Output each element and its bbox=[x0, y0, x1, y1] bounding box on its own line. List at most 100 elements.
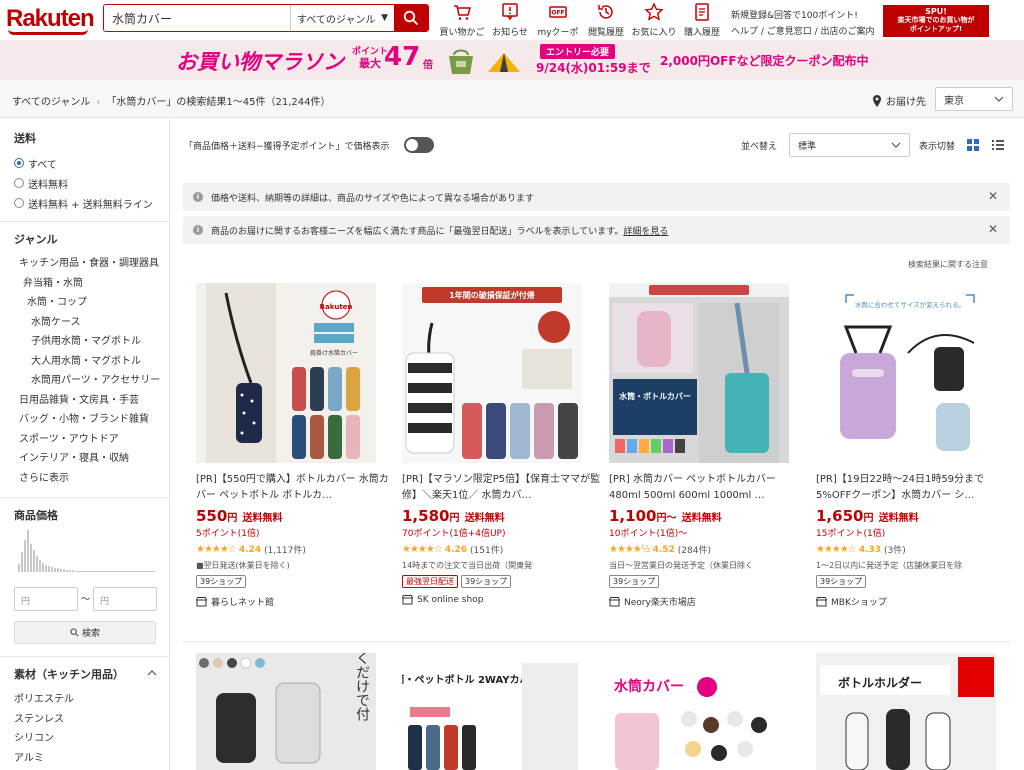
shop-link[interactable]: Neory楽天市場店 bbox=[609, 595, 809, 608]
product-card[interactable]: 1年間の破損保証が付帰 [PR]【マラソン限定P5倍】【保育士ママが監修】＼楽天… bbox=[402, 283, 602, 605]
product-title[interactable]: [PR]【19日22時〜24日1時59分まで5%OFFクーポン】水筒カバー シ… bbox=[816, 472, 1016, 504]
genre-item[interactable]: 弁当箱・水筒 bbox=[0, 274, 170, 294]
shop-39-badge: 39ショップ bbox=[816, 575, 867, 588]
chevron-up-icon[interactable] bbox=[147, 670, 157, 676]
genre-show-more[interactable]: さらに表示 bbox=[0, 469, 170, 489]
product-image[interactable]: 水筒・ペットボトル 2WAYカバー bbox=[402, 653, 582, 770]
shop-link[interactable]: 暮らしネット館 bbox=[196, 595, 396, 608]
shipping-note: ■翌日発送(休業日を除く) bbox=[196, 561, 290, 570]
genre-item[interactable]: 子供用水筒・マグボトル bbox=[0, 332, 170, 352]
product-rating[interactable]: ★★★★☆ 4.33 (3件) bbox=[816, 543, 1016, 556]
product-rating[interactable]: ★★★★☆ 4.26 (151件) bbox=[402, 543, 602, 556]
search-button[interactable] bbox=[394, 5, 428, 31]
product-image[interactable]: 1年間の破損保証が付帰 bbox=[402, 283, 582, 463]
delivery-label-text: お届け先 bbox=[886, 97, 926, 108]
product-points: 5ポイント(1倍) bbox=[196, 529, 260, 539]
nav-history-label: 閲覧履歴 bbox=[587, 28, 624, 38]
shop-link[interactable]: SK online shop bbox=[402, 595, 602, 605]
product-image[interactable]: 水筒に合わせてサイズが変えられる。 bbox=[816, 283, 996, 463]
price-value: 1,580 bbox=[402, 507, 450, 525]
delivery-prefecture-select[interactable]: 東京 bbox=[935, 87, 1013, 111]
material-item[interactable]: アルミ bbox=[14, 749, 74, 769]
nav-notifications-label: お知らせ bbox=[492, 28, 528, 38]
price-toggle-label: 「商品価格＋送料−獲得予定ポイント」で価格表示 bbox=[184, 142, 390, 152]
product-image[interactable]: ボトルホルダー bbox=[816, 653, 996, 770]
genre-item[interactable]: 水筒・コップ bbox=[0, 293, 170, 313]
radio-unselected bbox=[14, 178, 24, 188]
close-icon[interactable]: ✕ bbox=[988, 222, 998, 236]
breadcrumb-root[interactable]: すべてのジャンル bbox=[12, 97, 90, 108]
cart-icon bbox=[454, 5, 471, 20]
genre-item[interactable]: 水筒ケース bbox=[0, 313, 170, 333]
register-link[interactable]: 新規登録&回答で100ポイント! bbox=[731, 8, 875, 24]
shipping-option-free[interactable]: 送料無料 bbox=[14, 173, 153, 193]
shipping-option-all[interactable]: すべて bbox=[14, 153, 153, 173]
nav-favorites-label: お気に入り bbox=[631, 28, 677, 38]
product-points: 70ポイント(1倍+4倍UP) bbox=[402, 529, 506, 539]
search-caution-link[interactable]: 検索結果に関する注意 bbox=[908, 259, 988, 270]
price-min-input[interactable]: 円 bbox=[14, 587, 78, 611]
search-icon bbox=[70, 628, 79, 637]
nav-cart-label: 買い物かご bbox=[439, 28, 485, 38]
product-title[interactable]: [PR]【550円で購入】ボトルカバー 水筒カバー ペットボトル ボトルカ… bbox=[196, 472, 396, 504]
product-rating[interactable]: ★★★★½ 4.52 (284件) bbox=[609, 543, 809, 556]
marathon-banner[interactable]: お買い物マラソン ポイント 最大 47 倍 エントリー必要 9/24(水)01:… bbox=[0, 40, 1024, 80]
price-heading: 商品価格 bbox=[14, 509, 58, 522]
price-display-toggle[interactable] bbox=[404, 137, 434, 153]
notice-size-color: i 価格や送料、納期等の詳細は、商品のサイズや色によって異なる場合があります ✕ bbox=[183, 183, 1010, 211]
material-item[interactable]: ステンレス bbox=[14, 710, 74, 730]
product-title[interactable]: [PR] 水筒カバー ペットボトルカバー 480ml 500ml 600ml 1… bbox=[609, 472, 809, 504]
sort-select[interactable]: 標準 bbox=[789, 133, 910, 157]
price-unit: 円 bbox=[449, 513, 460, 524]
genre-item[interactable]: スポーツ・アウトドア bbox=[0, 430, 170, 450]
close-icon[interactable]: ✕ bbox=[988, 189, 998, 203]
search-input[interactable] bbox=[104, 5, 290, 31]
fastest-delivery-badge: 最強翌日配送 bbox=[402, 575, 458, 588]
genre-select-value: すべてのジャンル bbox=[297, 14, 376, 26]
product-points: 10ポイント(1倍)〜 bbox=[609, 529, 688, 539]
notification-icon bbox=[502, 3, 518, 21]
review-count: (3件) bbox=[884, 546, 906, 556]
product-image-caption: 水筒に合わせてサイズが変えられる。 bbox=[855, 300, 965, 309]
spu-line2: ポイントアップ! bbox=[909, 25, 963, 33]
product-title[interactable]: [PR]【マラソン限定P5倍】【保育士ママが監修】＼楽天1位／ 水筒カバ… bbox=[402, 472, 602, 504]
product-image[interactable]: Rakuten 肩掛け水筒カバー bbox=[196, 283, 376, 463]
genre-item[interactable]: バッグ・小物・ブランド雑貨 bbox=[0, 410, 170, 430]
product-photo: 水筒・ペットボトル 2WAYカバー bbox=[402, 653, 582, 770]
product-card[interactable]: 水筒・ボトルカバー [PR] 水筒カバー ペットボトルカバー 480ml 500… bbox=[609, 283, 809, 608]
free-shipping-label: 送料無料 bbox=[878, 513, 919, 524]
genre-item[interactable]: 大人用水筒・マグボトル bbox=[0, 352, 170, 372]
genre-item[interactable]: 水筒用パーツ・アクセサリー bbox=[0, 371, 170, 391]
header-links: 新規登録&回答で100ポイント! ヘルプ / ご意見窓口 / 出店のご案内 bbox=[731, 8, 875, 40]
shipping-option-free-line[interactable]: 送料無料 + 送料無料ライン bbox=[14, 193, 153, 213]
svg-text:Rakuten: Rakuten bbox=[320, 303, 353, 311]
nav-purchase-history-label: 購入履歴 bbox=[683, 28, 720, 38]
shop-name: Neory楽天市場店 bbox=[624, 598, 696, 608]
star-icon bbox=[644, 2, 664, 21]
product-image[interactable]: 巻くだけで付 bbox=[196, 653, 376, 770]
product-rating[interactable]: ★★★★☆ 4.24 (1,117件) bbox=[196, 543, 396, 556]
material-item[interactable]: ポリエステル bbox=[14, 690, 74, 710]
genre-item[interactable]: インテリア・寝具・収納 bbox=[0, 449, 170, 469]
product-image[interactable]: 水筒カバー bbox=[609, 653, 789, 770]
list-view-icon[interactable] bbox=[992, 139, 1004, 151]
product-image[interactable]: 水筒・ボトルカバー bbox=[609, 283, 789, 463]
shop-link[interactable]: MBKショップ bbox=[816, 595, 1016, 608]
material-item[interactable]: シリコン bbox=[14, 729, 74, 749]
product-price: 1,650円 送料無料 bbox=[816, 507, 1016, 525]
product-card[interactable]: 水筒に合わせてサイズが変えられる。 [PR]【19日22時〜24日1時59分まで… bbox=[816, 283, 1016, 608]
price-search-button[interactable]: 検索 bbox=[14, 621, 156, 644]
grid-view-icon[interactable] bbox=[967, 139, 979, 151]
genre-item[interactable]: 日用品雑貨・文房具・手芸 bbox=[0, 391, 170, 411]
genre-item[interactable]: キッチン用品・食器・調理器具 bbox=[0, 254, 170, 274]
history-icon bbox=[598, 5, 613, 19]
price-max-input[interactable]: 円 bbox=[93, 587, 157, 611]
product-card[interactable]: Rakuten 肩掛け水筒カバー [PR]【550円で購入】ボトルカバー 水筒カ… bbox=[196, 283, 396, 608]
shipping-option-label: すべて bbox=[28, 159, 57, 171]
help-links[interactable]: ヘルプ / ご意見窓口 / 出店のご案内 bbox=[731, 24, 875, 40]
header: Rakuten すべてのジャンル ▼ 買い物かご お知らせ OFF myクーポン… bbox=[0, 0, 1024, 51]
spu-banner[interactable]: SPU! 楽天市場でのお買い物が ポイントアップ! bbox=[883, 5, 989, 37]
notice-details-link[interactable]: 詳細を見る bbox=[623, 224, 668, 237]
dropdown-arrow-icon: ▼ bbox=[381, 13, 388, 23]
genre-select[interactable]: すべてのジャンル ▼ bbox=[290, 5, 394, 31]
